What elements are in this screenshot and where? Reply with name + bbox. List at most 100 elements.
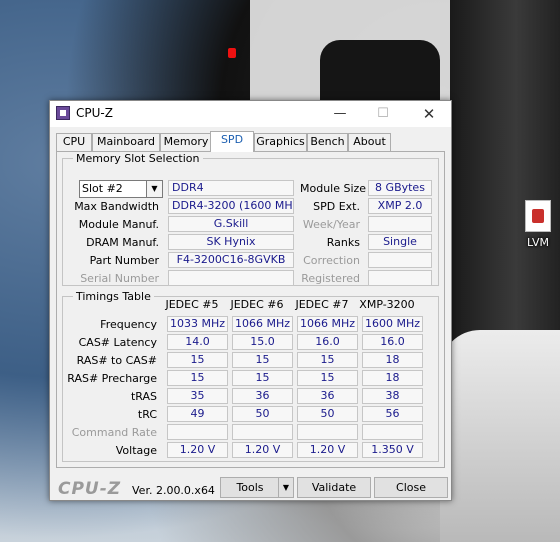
tab-spd[interactable]: SPD <box>210 131 254 152</box>
module-size-label: Module Size <box>300 182 367 195</box>
memory-slot-group: Memory Slot Selection Slot #2 ▼ DDR4 Mod… <box>62 152 439 286</box>
timing-cell: 50 <box>297 406 358 422</box>
timing-cell: 36 <box>297 388 358 404</box>
timing-cell: 1033 MHz <box>167 316 228 332</box>
week-year-value <box>368 216 432 232</box>
timing-row-label: tRC <box>137 408 157 421</box>
tab-memory[interactable]: Memory <box>160 133 212 151</box>
timing-cell: 36 <box>232 388 293 404</box>
correction-label: Correction <box>303 254 360 267</box>
title-bar[interactable]: CPU-Z — ☐ ✕ <box>50 101 451 127</box>
cpuz-window: CPU-Z — ☐ ✕ CPU Mainboard Memory SPD Gra… <box>49 100 452 501</box>
correction-value <box>368 252 432 268</box>
timing-cell <box>297 424 358 440</box>
chevron-down-icon: ▼ <box>146 181 162 197</box>
module-manuf-label: Module Manuf. <box>78 218 159 231</box>
timing-cell: 1066 MHz <box>297 316 358 332</box>
timing-cell: 35 <box>167 388 228 404</box>
timing-cell: 16.0 <box>297 334 358 350</box>
wallpaper-light-armor <box>440 330 560 542</box>
timings-col-jedec5: JEDEC #5 <box>165 298 219 311</box>
timing-row-label: Voltage <box>115 444 157 457</box>
timing-cell <box>167 424 228 440</box>
timing-cell <box>362 424 423 440</box>
timing-cell: 1.20 V <box>167 442 228 458</box>
memory-type-value: DDR4 <box>168 180 294 196</box>
dram-manuf-label: DRAM Manuf. <box>86 236 159 249</box>
timings-col-jedec6: JEDEC #6 <box>230 298 284 311</box>
spd-ext-value: XMP 2.0 <box>368 198 432 214</box>
timing-cell: 16.0 <box>362 334 423 350</box>
tab-graphics[interactable]: Graphics <box>254 133 307 151</box>
serial-number-label: Serial Number <box>80 272 159 285</box>
timing-row-label: RAS# Precharge <box>67 372 157 385</box>
tools-dropdown-arrow-icon[interactable]: ▼ <box>278 478 293 497</box>
part-number-value: F4-3200C16-8GVKB <box>168 252 294 268</box>
registered-label: Registered <box>301 272 360 285</box>
ranks-value: Single <box>368 234 432 250</box>
window-title: CPU-Z <box>76 106 113 120</box>
tab-about[interactable]: About <box>348 133 391 151</box>
timing-cell: 15 <box>297 370 358 386</box>
timings-col-jedec7: JEDEC #7 <box>295 298 349 311</box>
timing-cell: 1.350 V <box>362 442 423 458</box>
wallpaper-red-light <box>228 48 236 58</box>
close-button[interactable]: Close <box>374 477 448 498</box>
slot-select[interactable]: Slot #2 ▼ <box>79 180 163 198</box>
timing-cell: 1066 MHz <box>232 316 293 332</box>
timing-cell: 18 <box>362 370 423 386</box>
serial-number-value <box>168 270 294 286</box>
memory-slot-group-title: Memory Slot Selection <box>73 152 203 165</box>
timing-cell: 1.20 V <box>297 442 358 458</box>
timing-cell: 15 <box>297 352 358 368</box>
version-text: Ver. 2.00.0.x64 <box>132 484 215 497</box>
timing-cell: 15 <box>167 370 228 386</box>
validate-button[interactable]: Validate <box>297 477 371 498</box>
desktop-icon-lvm[interactable]: LVM <box>518 200 558 249</box>
desktop-icon-label: LVM <box>527 236 549 249</box>
pdf-file-icon <box>525 200 551 232</box>
cpuz-logo: CPU-Z <box>58 479 122 499</box>
max-bandwidth-label: Max Bandwidth <box>74 200 159 213</box>
spd-panel: Memory Slot Selection Slot #2 ▼ DDR4 Mod… <box>56 151 445 468</box>
timing-cell: 1.20 V <box>232 442 293 458</box>
tools-button-label: Tools <box>236 481 264 494</box>
part-number-label: Part Number <box>89 254 159 267</box>
timing-cell: 56 <box>362 406 423 422</box>
module-size-value: 8 GBytes <box>368 180 432 196</box>
ranks-label: Ranks <box>326 236 360 249</box>
timing-row-label: tRAS <box>130 390 157 403</box>
tab-mainboard[interactable]: Mainboard <box>92 133 160 151</box>
timing-cell: 15 <box>232 352 293 368</box>
spd-ext-label: SPD Ext. <box>313 200 360 213</box>
max-bandwidth-value: DDR4-3200 (1600 MHz) <box>168 198 294 214</box>
timing-row-label: CAS# Latency <box>78 336 157 349</box>
timing-cell: 14.0 <box>167 334 228 350</box>
timing-cell: 50 <box>232 406 293 422</box>
minimize-button[interactable]: — <box>320 101 360 127</box>
tools-button[interactable]: Tools ▼ <box>220 477 294 498</box>
close-window-button[interactable]: ✕ <box>409 101 449 127</box>
cpuz-app-icon <box>56 106 70 120</box>
dram-manuf-value: SK Hynix <box>168 234 294 250</box>
tab-cpu[interactable]: CPU <box>56 133 92 151</box>
timing-cell: 15 <box>232 370 293 386</box>
module-manuf-value: G.Skill <box>168 216 294 232</box>
timing-row-label: RAS# to CAS# <box>76 354 157 367</box>
timings-col-xmp3200: XMP-3200 <box>359 298 415 311</box>
registered-value <box>368 270 432 286</box>
timing-cell: 1600 MHz <box>362 316 423 332</box>
slot-select-value: Slot #2 <box>82 182 123 195</box>
timing-row-label: Frequency <box>100 318 157 331</box>
timing-cell: 49 <box>167 406 228 422</box>
maximize-button[interactable]: ☐ <box>363 101 403 127</box>
timings-group-title: Timings Table <box>73 290 154 303</box>
timing-cell <box>232 424 293 440</box>
week-year-label: Week/Year <box>302 218 360 231</box>
timing-cell: 38 <box>362 388 423 404</box>
tab-bench[interactable]: Bench <box>307 133 348 151</box>
timing-cell: 15 <box>167 352 228 368</box>
timing-cell: 15.0 <box>232 334 293 350</box>
timing-cell: 18 <box>362 352 423 368</box>
timing-row-label: Command Rate <box>71 426 157 439</box>
